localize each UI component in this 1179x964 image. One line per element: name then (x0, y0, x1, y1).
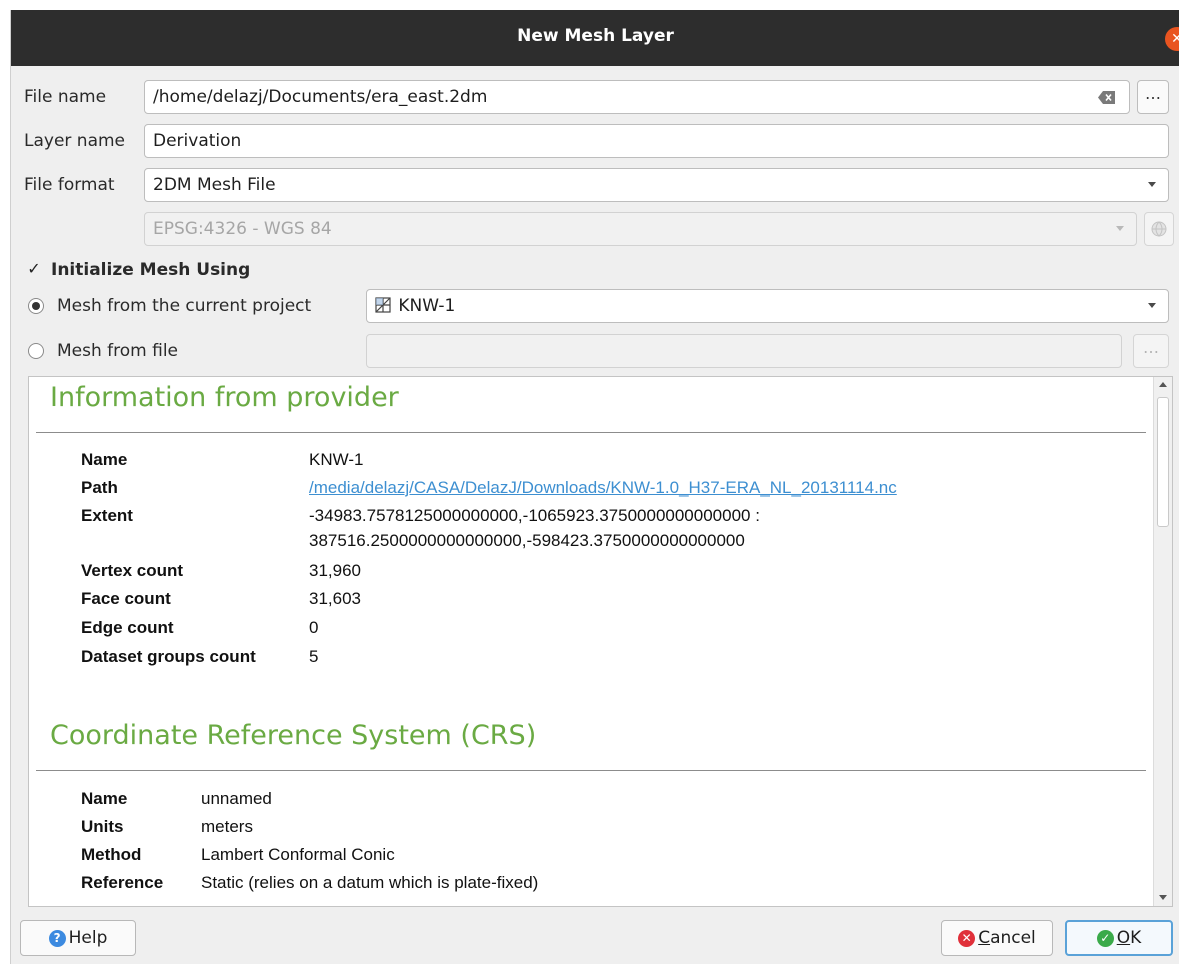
info-key-vertex-count: Vertex count (81, 561, 184, 580)
info-value-extent-line2: 387516.2500000000000000,-598423.37500000… (309, 531, 745, 550)
file-format-value: 2DM Mesh File (153, 175, 276, 195)
window-title: New Mesh Layer (517, 26, 674, 46)
crs-value-name: unnamed (201, 789, 272, 808)
mesh-from-file-label: Mesh from file (57, 341, 179, 361)
info-key-face-count: Face count (81, 589, 171, 608)
mesh-layer-value: KNW-1 (398, 296, 456, 316)
mesh-from-project-radio[interactable] (28, 298, 44, 314)
info-key-name: Name (81, 450, 128, 469)
crs-key-units: Units (81, 817, 124, 836)
mesh-info-pane[interactable]: Information from provider Name KNW-1 Pat… (28, 376, 1173, 907)
crs-key-name: Name (81, 789, 128, 808)
file-name-field[interactable]: /home/delazj/Documents/era_east.2dm (144, 80, 1130, 114)
crs-key-reference: Reference (81, 873, 164, 892)
divider (36, 770, 1146, 771)
ok-mnemonic: O (1116, 928, 1131, 948)
scrollbar-thumb[interactable] (1157, 397, 1169, 527)
path-link[interactable]: /media/delazj/CASA/DelazJ/Downloads/KNW-… (309, 478, 897, 498)
help-icon: ? (48, 929, 66, 947)
info-key-dataset-groups: Dataset groups count (81, 647, 256, 666)
browse-file-button[interactable]: … (1137, 80, 1169, 114)
file-format-combo[interactable]: 2DM Mesh File (144, 168, 1169, 202)
initialize-mesh-checkbox[interactable]: ✓ (26, 261, 42, 277)
file-format-label: File format (24, 175, 115, 195)
layer-name-label: Layer name (24, 131, 126, 151)
info-key-edge-count: Edge count (81, 618, 174, 637)
initialize-mesh-label: Initialize Mesh Using (51, 260, 251, 280)
crs-value-units: meters (201, 817, 253, 836)
ok-icon: ✓ (1096, 929, 1114, 947)
help-button[interactable]: ? Help (20, 920, 136, 956)
ok-button[interactable]: ✓ OK (1065, 920, 1173, 956)
cancel-mnemonic: C (978, 928, 991, 948)
chevron-down-icon (1148, 303, 1156, 308)
crs-selector-button[interactable] (1144, 212, 1174, 246)
info-value-extent-line1: -34983.7578125000000000,-1065923.3750000… (309, 506, 760, 525)
help-label: Help (68, 928, 108, 948)
chevron-down-icon (1116, 226, 1124, 231)
chevron-down-icon (1148, 182, 1156, 187)
info-value-face-count: 31,603 (309, 589, 361, 608)
scroll-down-icon[interactable] (1159, 895, 1167, 900)
file-name-value: /home/delazj/Documents/era_east.2dm (153, 87, 488, 107)
crs-key-method: Method (81, 845, 142, 864)
info-scrollbar[interactable] (1153, 377, 1172, 906)
crs-value-reference: Static (relies on a datum which is plate… (201, 873, 539, 892)
crs-info-heading: Coordinate Reference System (CRS) (50, 720, 537, 751)
mesh-from-file-radio[interactable] (28, 343, 44, 359)
info-value-dataset-groups: 5 (309, 647, 319, 666)
scroll-up-icon[interactable] (1159, 382, 1167, 387)
title-bar: New Mesh Layer ✕ (11, 10, 1179, 66)
mesh-file-field[interactable] (366, 334, 1122, 368)
info-value-edge-count: 0 (309, 618, 319, 637)
crs-value-method: Lambert Conformal Conic (201, 845, 395, 864)
mesh-from-project-label: Mesh from the current project (57, 296, 312, 316)
provider-info-heading: Information from provider (50, 382, 399, 413)
close-icon[interactable]: ✕ (1165, 27, 1179, 51)
info-value-vertex-count: 31,960 (309, 561, 361, 580)
layer-name-value: Derivation (153, 131, 242, 151)
cancel-button[interactable]: ✕ Cancel (941, 920, 1053, 956)
mesh-layer-icon (375, 297, 391, 313)
layer-name-field[interactable]: Derivation (144, 124, 1169, 158)
mesh-layer-combo[interactable]: KNW-1 (366, 289, 1169, 323)
ok-label: K (1130, 928, 1142, 948)
cancel-icon: ✕ (958, 929, 976, 947)
crs-value: EPSG:4326 - WGS 84 (153, 219, 332, 239)
file-name-label: File name (24, 87, 107, 107)
crs-combo[interactable]: EPSG:4326 - WGS 84 (144, 212, 1137, 246)
info-key-path: Path (81, 478, 118, 497)
info-value-name: KNW-1 (309, 450, 364, 469)
cancel-label: ancel (990, 928, 1036, 948)
divider (36, 432, 1146, 433)
globe-icon (1151, 221, 1167, 237)
new-mesh-layer-dialog: New Mesh Layer ✕ File name /home/delazj/… (10, 10, 1179, 964)
mesh-file-browse-button[interactable]: … (1133, 334, 1169, 368)
clear-icon[interactable] (1098, 91, 1115, 104)
info-key-extent: Extent (81, 506, 133, 525)
